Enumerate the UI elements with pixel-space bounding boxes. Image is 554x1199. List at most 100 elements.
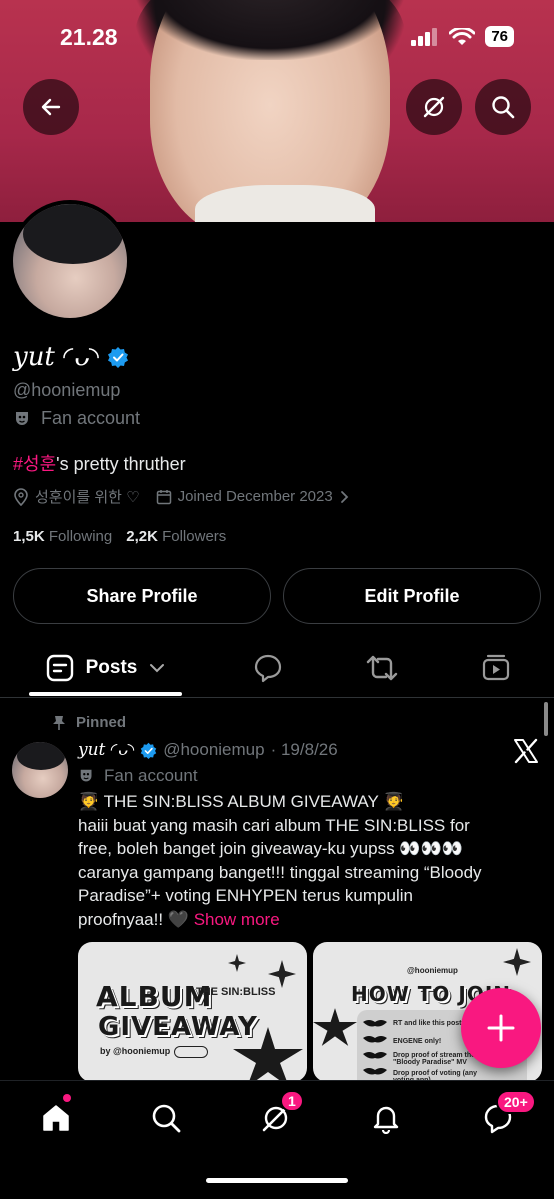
nav-home[interactable]: [34, 1094, 78, 1140]
status-bar: 21.28 76: [0, 0, 554, 74]
reply-bubble-icon: [254, 654, 282, 683]
post-author-category: Fan account: [78, 766, 198, 786]
sparkle-icon: [228, 954, 246, 972]
profile-bio: #성훈's pretty thruther: [13, 450, 186, 476]
post-category-text: Fan account: [104, 766, 198, 785]
plus-icon: [487, 1014, 515, 1042]
post-image-giveaway[interactable]: ALBUM THE SIN:BLISS GIVEAWAY by @hooniem…: [78, 942, 307, 1082]
search-icon: [152, 1104, 181, 1133]
card-step: ENGENE only!: [393, 1038, 442, 1045]
battery-indicator: 76: [485, 26, 514, 47]
nav-grok[interactable]: 1: [254, 1090, 304, 1140]
home-icon: [43, 1105, 69, 1131]
star-shape-icon: [313, 1008, 357, 1046]
card-arrow-pill: [174, 1046, 208, 1058]
followers-link[interactable]: 2,2K Followers: [126, 528, 226, 545]
media-icon: [482, 654, 510, 681]
nav-notifications[interactable]: [364, 1096, 408, 1140]
bat-icon: [363, 1020, 387, 1075]
active-tab-indicator: [29, 692, 182, 696]
back-button[interactable]: [23, 79, 79, 135]
tab-reposts[interactable]: [352, 638, 412, 698]
post-date: · 19/8/26: [270, 740, 338, 759]
chevron-down-icon: [150, 664, 165, 673]
bio-hashtag[interactable]: #성훈: [13, 454, 56, 474]
post-line: caranya gampang banget!!! tinggal stream…: [78, 862, 482, 882]
compose-post-button[interactable]: [461, 988, 541, 1068]
profile-category: Fan account: [13, 408, 140, 429]
x-logo-icon[interactable]: [512, 737, 540, 770]
star-shape-icon: [233, 1027, 303, 1082]
search-icon: [492, 96, 515, 119]
grok-badge: 1: [280, 1090, 304, 1112]
status-icons: 76: [411, 26, 514, 47]
scrollbar[interactable]: [544, 702, 548, 736]
status-time: 21.28: [60, 24, 118, 50]
show-more-link[interactable]: Show more: [194, 910, 280, 929]
pin-icon: [53, 715, 65, 730]
location-pin-icon: [14, 487, 28, 506]
post-line: proofnyaa!! 🖤 Show more: [78, 908, 548, 932]
profile-avatar[interactable]: [9, 200, 131, 322]
chevron-right-icon[interactable]: [339, 490, 351, 504]
profile-joined: Joined December 2023: [177, 488, 333, 505]
card-title-album: ALBUM: [96, 980, 213, 1013]
posts-icon: [46, 654, 73, 682]
post-text[interactable]: 🧑‍🎓 THE SIN:BLISS ALBUM GIVEAWAY 🧑‍🎓 hai…: [78, 790, 548, 931]
post-line: 🧑‍🎓 THE SIN:BLISS ALBUM GIVEAWAY 🧑‍🎓: [78, 792, 405, 811]
nav-messages[interactable]: 20+: [476, 1090, 536, 1140]
calendar-icon: [156, 489, 171, 504]
post-line: Paradise”+ voting ENHYPEN terus kumpulin: [78, 886, 413, 905]
pinned-label: Pinned: [52, 714, 126, 731]
verified-badge-icon: [140, 742, 157, 759]
followers-count: 2,2K: [126, 528, 158, 545]
search-button[interactable]: [475, 79, 531, 135]
profile-name: yut ◜ᴗ◝: [13, 342, 129, 372]
following-label: Following: [48, 528, 113, 545]
profile-handle: @hooniemup: [13, 380, 121, 400]
wifi-icon: [449, 27, 476, 45]
following-link[interactable]: 1,5K Following: [13, 528, 112, 545]
tab-posts-label: Posts: [85, 657, 138, 678]
grok-button[interactable]: [406, 79, 462, 135]
profile-tabs: Posts: [0, 638, 554, 698]
tab-replies[interactable]: [238, 638, 298, 698]
post-line: haiii buat yang masih cari album THE SIN…: [78, 815, 470, 835]
theater-masks-icon: [80, 769, 92, 782]
home-indicator[interactable]: [206, 1178, 348, 1183]
repost-icon: [366, 655, 398, 681]
card-byline: by @hooniemup: [100, 1046, 171, 1056]
theater-masks-icon: [16, 411, 28, 425]
post-header: yut ◜ᴗ◝ @hooniemup · 19/8/26: [78, 740, 338, 760]
card-handle: @hooniemup: [407, 966, 458, 975]
verified-badge-icon[interactable]: [107, 346, 129, 368]
card-subtitle: THE SIN:BLISS: [196, 986, 276, 998]
post-author-name[interactable]: yut ◜ᴗ◝: [78, 740, 134, 760]
post-avatar[interactable]: [12, 742, 68, 798]
edit-profile-button[interactable]: Edit Profile: [283, 568, 541, 624]
profile-category-text: Fan account: [41, 408, 141, 428]
card-step: RT and like this post: [393, 1020, 462, 1027]
avatar-photo: [13, 204, 127, 318]
nav-search[interactable]: [144, 1096, 188, 1140]
bio-text: 's pretty thruther: [56, 454, 186, 474]
grok-icon: [423, 96, 445, 118]
post-author-handle[interactable]: @hooniemup: [163, 740, 264, 760]
sparkle-icon: [503, 948, 531, 976]
following-count: 1,5K: [13, 528, 45, 545]
share-profile-button[interactable]: Share Profile: [13, 568, 271, 624]
tab-media[interactable]: [466, 638, 526, 698]
post-last-line: proofnyaa!! 🖤: [78, 909, 189, 929]
profile-meta: 성훈이를 위한 ♡ Joined December 2023: [13, 486, 351, 507]
arrow-left-icon: [41, 98, 61, 116]
cellular-signal-icon: [411, 27, 438, 46]
followers-label: Followers: [162, 528, 227, 545]
messages-badge: 20+: [496, 1090, 536, 1114]
post-line: free, boleh banget join giveaway-ku yups…: [78, 839, 463, 858]
follow-stats: 1,5K Following 2,2K Followers: [13, 528, 226, 545]
bell-icon: [373, 1106, 399, 1134]
tab-posts[interactable]: Posts: [29, 638, 182, 698]
profile-name-text: yut ◜ᴗ◝: [13, 342, 99, 372]
sparkle-icon: [268, 960, 296, 988]
home-unread-dot: [63, 1094, 71, 1102]
